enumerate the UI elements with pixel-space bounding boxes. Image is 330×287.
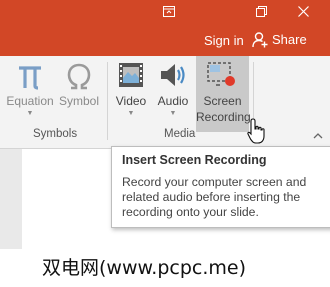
equation-button[interactable]: Equation ▼ <box>4 56 56 132</box>
pi-icon <box>19 66 41 90</box>
audio-button[interactable]: Audio ▼ <box>153 56 193 132</box>
symbol-button[interactable]: Symbol <box>57 56 101 132</box>
screen-recording-button[interactable]: Screen Recording <box>196 56 251 132</box>
hand-cursor-icon <box>247 118 265 144</box>
ribbon: Equation ▼ Symbol Symbols Video ▼ Audio … <box>0 56 330 149</box>
tooltip-title: Insert Screen Recording <box>122 153 267 167</box>
ribbon-display-options-button[interactable] <box>158 2 180 22</box>
film-strip-icon <box>119 63 143 87</box>
close-button[interactable] <box>292 2 314 22</box>
screen-recording-label-line1: Screen <box>203 94 242 108</box>
tooltip: Insert Screen Recording Record your comp… <box>111 146 330 228</box>
share-label: Share <box>272 32 307 47</box>
video-button[interactable]: Video ▼ <box>112 56 150 132</box>
restore-button[interactable] <box>250 2 272 22</box>
video-dropdown-icon: ▼ <box>127 110 135 117</box>
ribbon-display-options-icon <box>163 6 175 17</box>
slide-thumbnail-pane <box>0 149 22 249</box>
share-person-icon <box>252 32 268 48</box>
collapse-ribbon-icon[interactable] <box>313 131 323 141</box>
audio-label: Audio <box>157 94 189 108</box>
title-bar: Sign in Share <box>0 0 330 56</box>
symbols-group-label: Symbols <box>33 128 78 140</box>
media-group-label: Media <box>164 128 196 140</box>
tooltip-description: Record your computer screen and related … <box>122 175 307 219</box>
screen-recording-icon <box>207 62 235 86</box>
sign-in-link[interactable]: Sign in <box>204 33 244 48</box>
share-button[interactable]: Share <box>251 28 313 52</box>
symbol-label: Symbol <box>58 94 99 108</box>
group-separator <box>107 62 108 140</box>
close-icon <box>297 6 309 17</box>
omega-icon <box>67 63 91 90</box>
restore-icon <box>255 6 267 17</box>
speaker-icon <box>161 64 185 86</box>
equation-label: Equation <box>6 94 54 108</box>
screen-recording-label-line2: Recording <box>196 110 251 124</box>
video-label: Video <box>115 94 147 108</box>
equation-dropdown-icon: ▼ <box>26 110 34 117</box>
audio-dropdown-icon: ▼ <box>169 110 177 117</box>
watermark: 双电网(www.pcpc.me) <box>42 257 246 279</box>
